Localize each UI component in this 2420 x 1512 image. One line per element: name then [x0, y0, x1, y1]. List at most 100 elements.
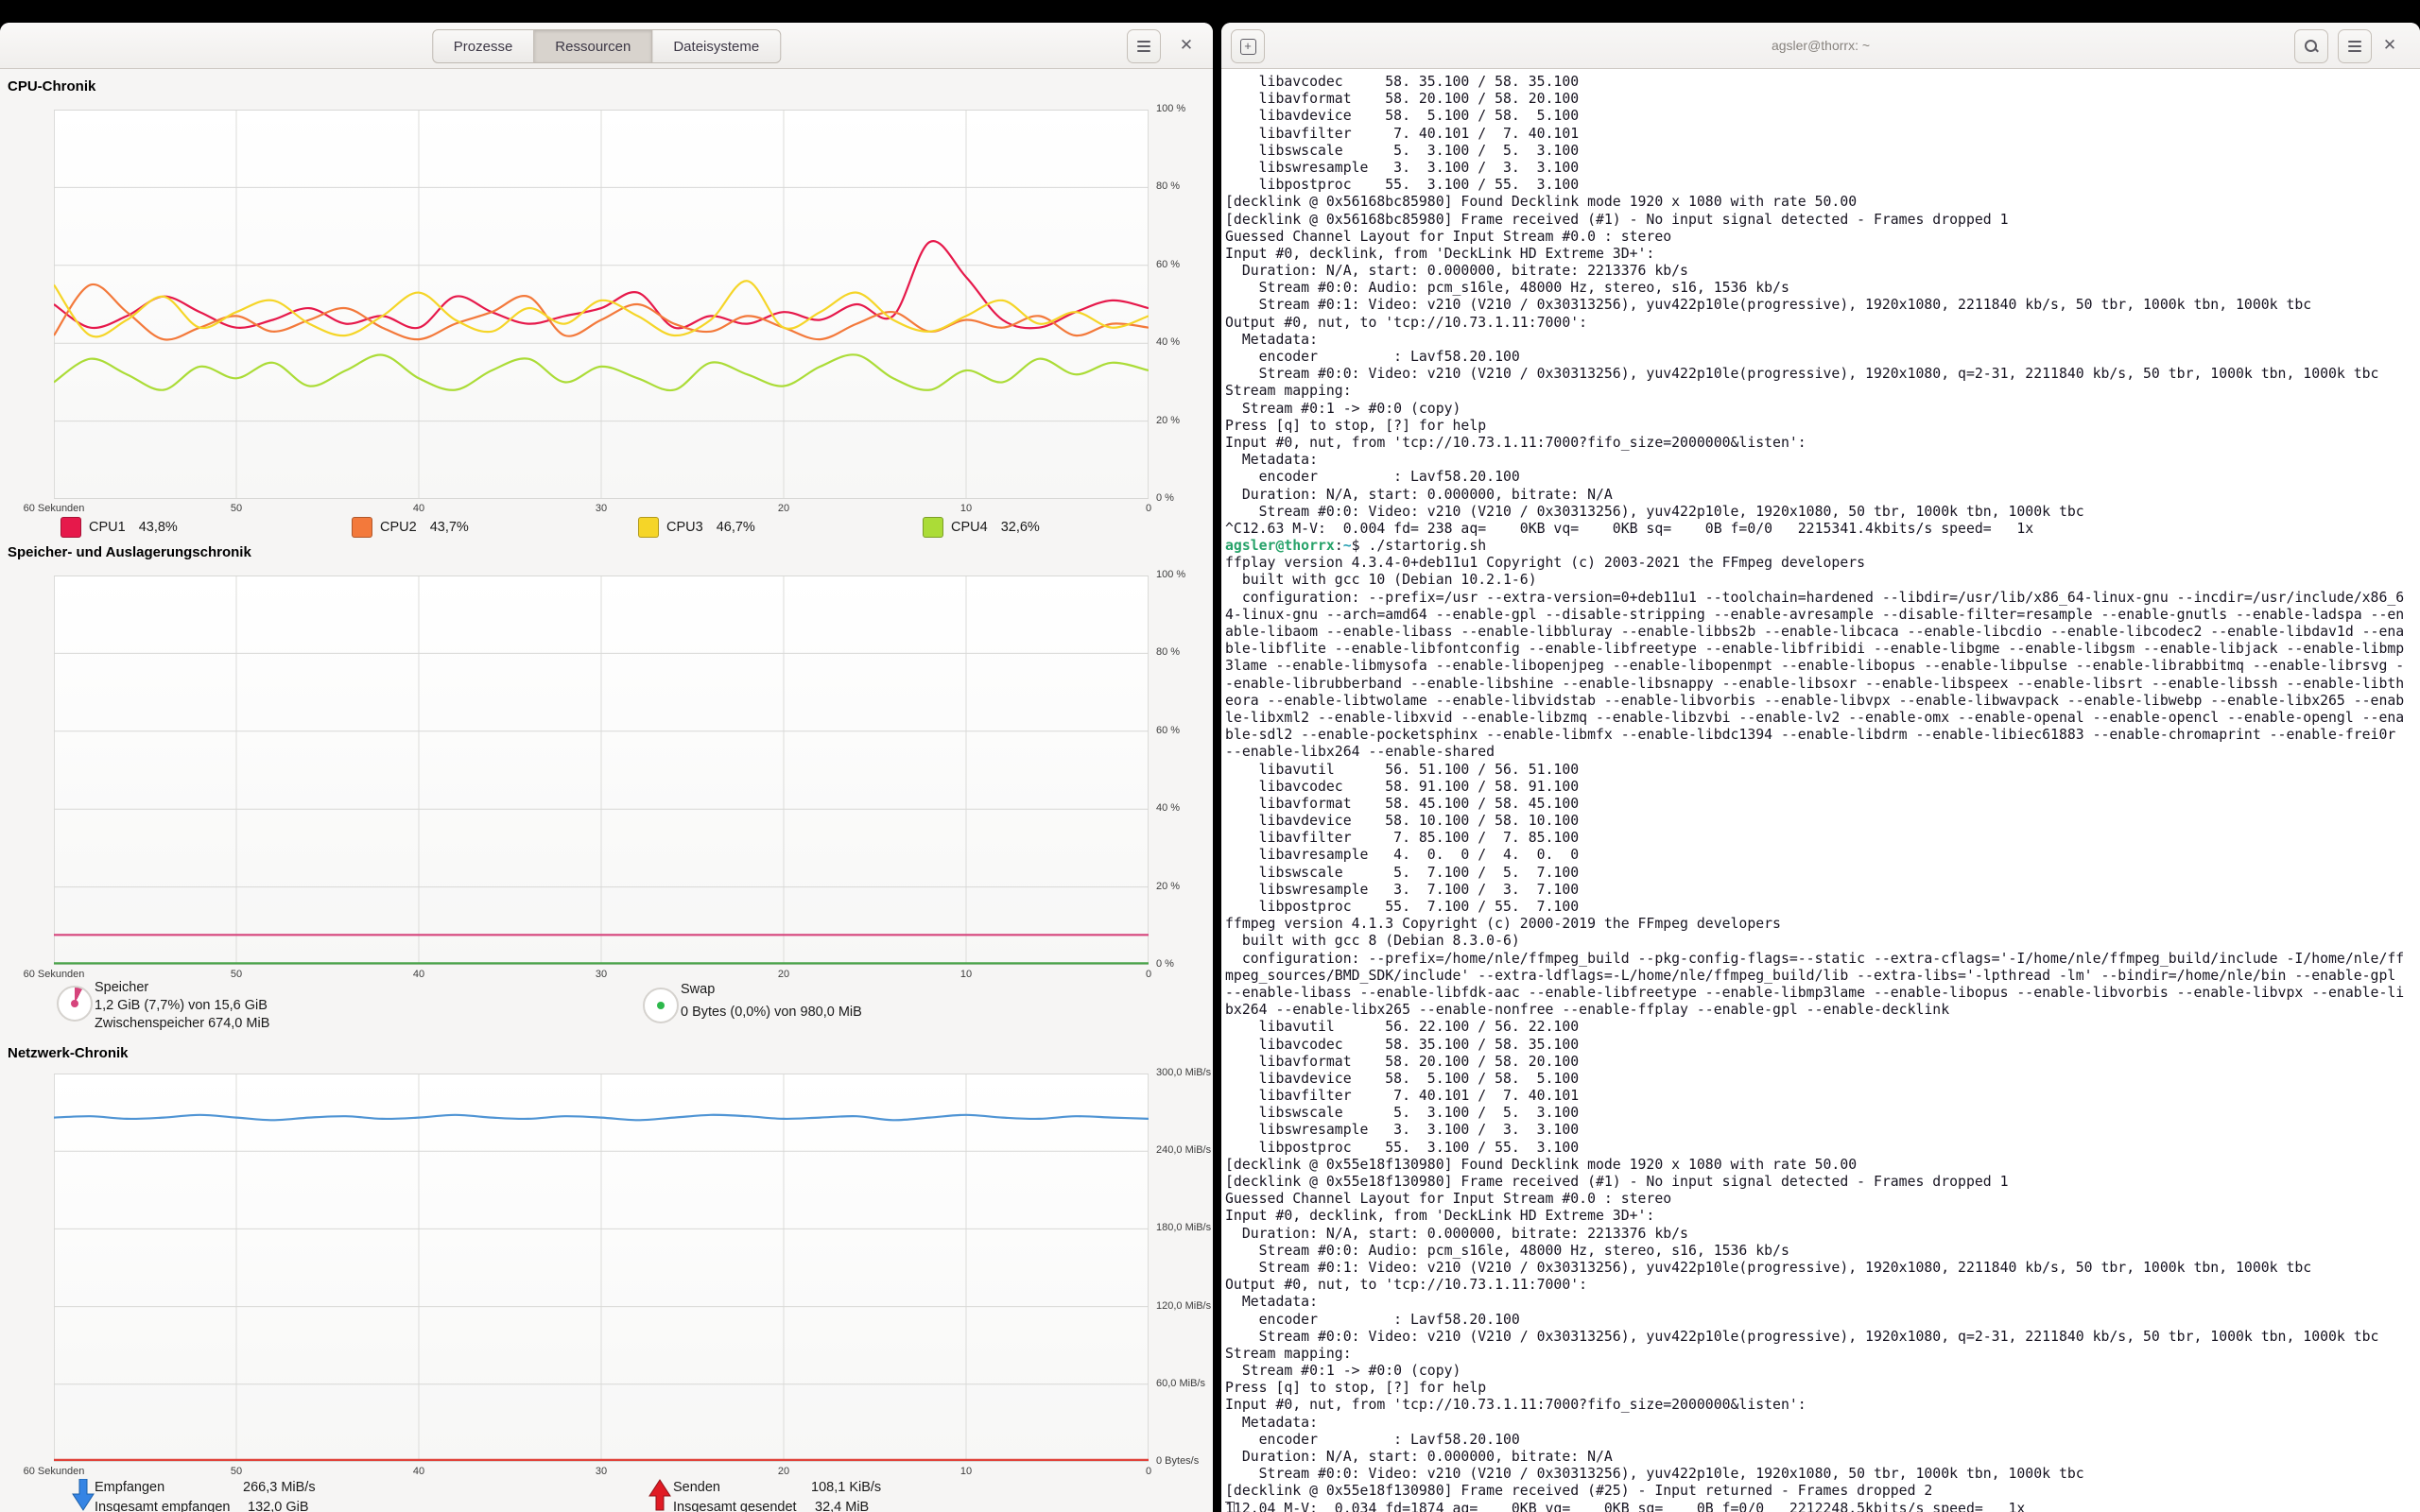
terminal-line: libavcodec 58. 91.100 / 58. 91.100 [1225, 779, 2420, 796]
cpu-legend-item[interactable]: CPU143,8% [60, 517, 178, 538]
x-axis-tick-label: 30 [596, 503, 607, 514]
terminal-line: Stream #0:0: Video: v210 (V210 / 0x30313… [1225, 504, 2420, 521]
search-icon [2304, 39, 2319, 54]
resources-view: CPU-Chronik 100 %80 %60 %40 %20 %0 %60 S… [0, 69, 1213, 1512]
y-axis-tick-label: 20 % [1156, 415, 1180, 426]
terminal-line: [decklink @ 0x55e18f130980] Frame receiv… [1225, 1483, 2420, 1500]
x-axis-tick-label: 10 [960, 1466, 972, 1477]
terminal-line: libavutil 56. 51.100 / 56. 51.100 [1225, 762, 2420, 779]
terminal-line: Input #0, nut, from 'tcp://10.73.1.11:70… [1225, 1397, 2420, 1414]
x-axis-tick-label: 60 Sekunden [24, 969, 85, 980]
terminal-line: eora --enable-libtwolame --enable-libvid… [1225, 693, 2420, 710]
menu-icon [1137, 41, 1150, 52]
y-axis-tick-label: 0 % [1156, 958, 1174, 970]
system-monitor-headerbar[interactable]: Prozesse Ressourcen Dateisysteme ✕ [0, 23, 1213, 69]
x-axis-tick-label: 60 Sekunden [24, 1466, 85, 1477]
terminal-line: mpeg_sources/BMD_SDK/include' --extra-ld… [1225, 968, 2420, 985]
cpu-label: CPU1 [89, 520, 126, 535]
cpu-legend-item[interactable]: CPU346,7% [638, 517, 755, 538]
menu-button[interactable] [1127, 29, 1161, 63]
x-axis-tick-label: 50 [231, 969, 242, 980]
terminal-line: Metadata: [1225, 332, 2420, 349]
terminal-headerbar[interactable]: agsler@thorrx: ~ + ✕ [1221, 23, 2420, 69]
terminal-line: Duration: N/A, start: 0.000000, bitrate:… [1225, 1449, 2420, 1466]
send-label: Senden [673, 1480, 720, 1495]
terminal-line: libavformat 58. 20.100 / 58. 20.100 [1225, 91, 2420, 108]
terminal-line: libswresample 3. 3.100 / 3. 3.100 [1225, 160, 2420, 177]
new-tab-button[interactable]: + [1231, 29, 1265, 63]
terminal-line: Stream #0:0: Video: v210 (V210 / 0x30313… [1225, 1466, 2420, 1483]
terminal-close-button[interactable]: ✕ [2378, 34, 2401, 57]
terminal-line: Duration: N/A, start: 0.000000, bitrate:… [1225, 487, 2420, 504]
x-axis-tick-label: 50 [231, 1466, 242, 1477]
terminal-line: ffmpeg version 4.1.3 Copyright (c) 2000-… [1225, 916, 2420, 933]
tab-ressourcen[interactable]: Ressourcen [533, 29, 652, 63]
terminal-line: libswscale 5. 3.100 / 5. 3.100 [1225, 1105, 2420, 1122]
memory-chart: 100 %80 %60 %40 %20 %0 %60 Sekunden50403… [54, 576, 1149, 965]
terminal-line: libavdevice 58. 5.100 / 58. 5.100 [1225, 108, 2420, 125]
cpu-history-title: CPU-Chronik [8, 78, 95, 94]
cpu-value: 43,7% [430, 520, 469, 535]
terminal-line: libavcodec 58. 35.100 / 58. 35.100 [1225, 74, 2420, 91]
terminal-line: Duration: N/A, start: 0.000000, bitrate:… [1225, 1226, 2420, 1243]
terminal-line: Stream #0:0: Audio: pcm_s16le, 48000 Hz,… [1225, 280, 2420, 297]
cpu-color-swatch [60, 517, 81, 538]
y-axis-tick-label: 240,0 MiB/s [1156, 1144, 1211, 1156]
x-axis-tick-label: 60 Sekunden [24, 503, 85, 514]
terminal-line: Stream mapping: [1225, 1346, 2420, 1363]
cpu-legend-item[interactable]: CPU432,6% [923, 517, 1040, 538]
terminal-line: bx264 --enable-libx265 --enable-nonfree … [1225, 1002, 2420, 1019]
y-axis-tick-label: 100 % [1156, 103, 1185, 114]
terminal-menu-button[interactable] [2338, 29, 2372, 63]
swap-legend-title: Swap [681, 982, 715, 997]
swap-usage-value: 0 Bytes (0,0%) von 980,0 MiB [681, 1005, 862, 1020]
terminal-line: le-libxml2 --enable-libxvid --enable-lib… [1225, 710, 2420, 727]
search-button[interactable] [2294, 29, 2328, 63]
cpu-legend-item[interactable]: CPU243,7% [352, 517, 469, 538]
y-axis-tick-label: 0 % [1156, 492, 1174, 504]
x-axis-tick-label: 20 [778, 503, 789, 514]
cpu-color-swatch [352, 517, 372, 538]
y-axis-tick-label: 60 % [1156, 725, 1180, 736]
terminal-line: --enable-libx264 --enable-shared [1225, 744, 2420, 761]
terminal-line: libpostproc 55. 7.100 / 55. 7.100 [1225, 899, 2420, 916]
terminal-line: Stream #0:1: Video: v210 (V210 / 0x30313… [1225, 297, 2420, 314]
upload-arrow-icon [648, 1479, 671, 1511]
send-total: 32,4 MiB [815, 1500, 869, 1512]
cpu-chart: 100 %80 %60 %40 %20 %0 %60 Sekunden50403… [54, 110, 1149, 499]
terminal-line: libswscale 5. 7.100 / 5. 7.100 [1225, 865, 2420, 882]
terminal-line: 112.04 M-V: 0.034 fd=1874 aq= 0KB vq= 0K… [1225, 1501, 2420, 1512]
terminal-line: Output #0, nut, to 'tcp://10.73.1.11:700… [1225, 315, 2420, 332]
terminal-line: Stream #0:0: Video: v210 (V210 / 0x30313… [1225, 1329, 2420, 1346]
terminal-line: ble-sdl2 --enable-pocketsphinx --enable-… [1225, 727, 2420, 744]
receive-rate: 266,3 MiB/s [243, 1480, 316, 1495]
y-axis-tick-label: 60,0 MiB/s [1156, 1378, 1205, 1389]
y-axis-tick-label: 0 Bytes/s [1156, 1455, 1199, 1467]
terminal-line: libavutil 56. 22.100 / 56. 22.100 [1225, 1019, 2420, 1036]
x-axis-tick-label: 10 [960, 503, 972, 514]
terminal-line: libavfilter 7. 85.100 / 7. 85.100 [1225, 830, 2420, 847]
x-axis-tick-label: 40 [413, 969, 424, 980]
receive-total: 132,0 GiB [248, 1500, 309, 1512]
terminal-line: 4-linux-gnu --arch=amd64 --enable-gpl --… [1225, 607, 2420, 624]
tab-dateisysteme[interactable]: Dateisysteme [651, 29, 781, 63]
y-axis-tick-label: 300,0 MiB/s [1156, 1067, 1211, 1078]
terminal-line: Guessed Channel Layout for Input Stream … [1225, 229, 2420, 246]
terminal-line: Stream #0:1: Video: v210 (V210 / 0x30313… [1225, 1260, 2420, 1277]
cpu-color-swatch [923, 517, 943, 538]
download-arrow-icon [72, 1479, 95, 1511]
terminal-line: Output #0, nut, to 'tcp://10.73.1.11:700… [1225, 1277, 2420, 1294]
x-axis-tick-label: 0 [1146, 969, 1151, 980]
terminal-body[interactable]: libavcodec 58. 35.100 / 58. 35.100 libav… [1225, 69, 2420, 1512]
terminal-line: libavfilter 7. 40.101 / 7. 40.101 [1225, 126, 2420, 143]
tab-prozesse[interactable]: Prozesse [432, 29, 535, 63]
terminal-line: libavresample 4. 0. 0 / 4. 0. 0 [1225, 847, 2420, 864]
system-monitor-window: Prozesse Ressourcen Dateisysteme ✕ CPU-C… [0, 23, 1213, 1512]
terminal-line: libswresample 3. 7.100 / 3. 7.100 [1225, 882, 2420, 899]
new-tab-icon: + [1240, 39, 1256, 55]
terminal-line: Stream #0:1 -> #0:0 (copy) [1225, 401, 2420, 418]
terminal-line: built with gcc 10 (Debian 10.2.1-6) [1225, 572, 2420, 589]
network-history-title: Netzwerk-Chronik [8, 1045, 129, 1061]
terminal-line: -enable-librubberband --enable-libshine … [1225, 676, 2420, 693]
close-button[interactable]: ✕ [1175, 34, 1198, 57]
